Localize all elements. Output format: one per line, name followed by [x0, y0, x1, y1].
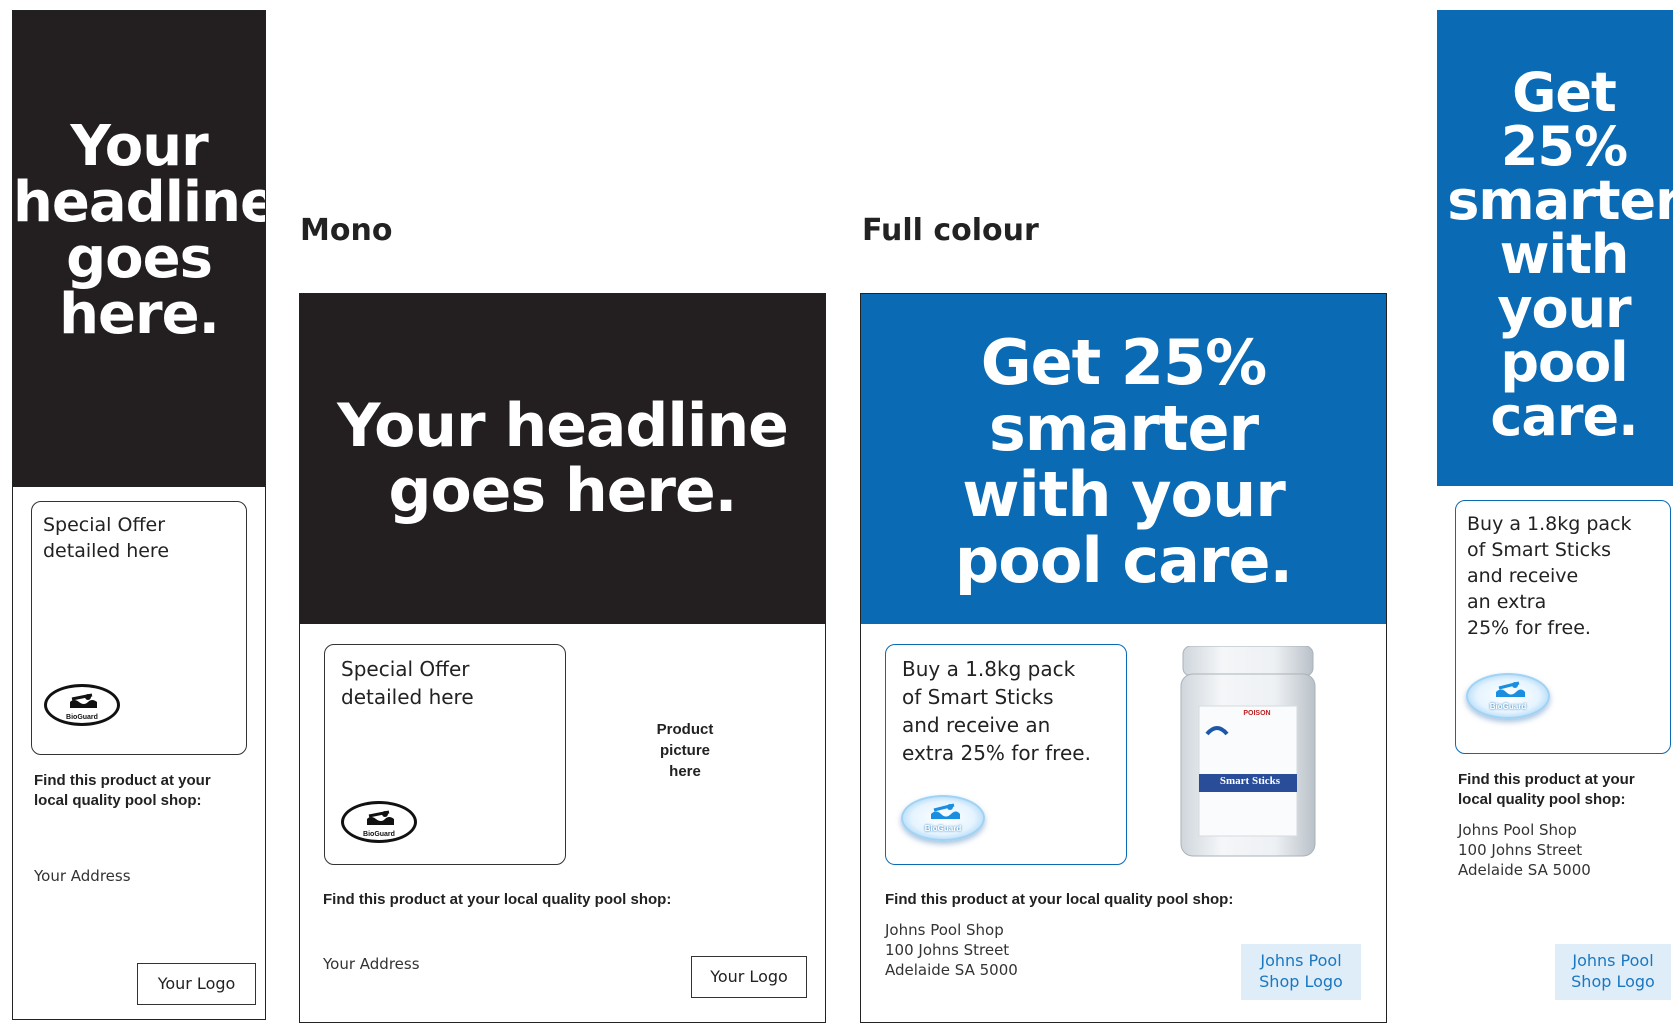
shop-logo-placeholder: Johns Pool Shop Logo	[1555, 944, 1671, 1000]
your-logo-box: Your Logo	[691, 956, 807, 998]
find-product-text: Find this product at your local quality …	[885, 891, 1234, 908]
special-offer-box: Buy a 1.8kg pack of Smart Sticks and rec…	[885, 644, 1127, 865]
headline-text: Your headline goes here.	[13, 114, 266, 347]
your-logo-box: Your Logo	[137, 963, 256, 1005]
ad-wide-mono: Your headline goes here. Special Offer d…	[299, 293, 826, 1023]
special-offer-box: Buy a 1.8kg pack of Smart Sticks and rec…	[1455, 500, 1671, 754]
product-picture-placeholder: Product picture here	[656, 721, 714, 780]
headline-panel: Your headline goes here.	[13, 11, 265, 487]
section-title-mono: Mono	[300, 213, 393, 248]
special-offer-text: Buy a 1.8kg pack of Smart Sticks and rec…	[1467, 513, 1632, 639]
smart-sticks-product-image: POISON Smart Sticks	[1177, 645, 1319, 861]
headline-panel: Get 25% smarter with your pool care.	[861, 294, 1386, 624]
section-title-full-colour: Full colour	[862, 213, 1039, 248]
headline-text: Get 25% smarter with your pool care.	[954, 326, 1293, 597]
headline-panel: Get 25% smarter with your pool care.	[1437, 10, 1673, 486]
find-product-text: Find this product at your local quality …	[1458, 771, 1635, 808]
bioguard-wordmark: BioGuard	[924, 824, 962, 833]
headline-text: Your headline goes here.	[337, 391, 789, 526]
special-offer-text: Special Offer detailed here	[43, 514, 170, 562]
product-name-label: Smart Sticks	[1219, 775, 1281, 787]
ad-narrow-colour: Get 25% smarter with your pool care. Buy…	[1437, 10, 1673, 1020]
bioguard-wordmark: BioGuard	[1489, 702, 1527, 711]
product-warning-label: POISON	[1243, 710, 1271, 717]
bioguard-logo-icon: BioGuard	[901, 795, 985, 841]
bioguard-logo-icon: BioGuard	[44, 684, 120, 726]
find-product-text: Find this product at your local quality …	[323, 891, 672, 908]
headline-text: Get 25% smarter with your pool care.	[1447, 61, 1673, 448]
shop-logo-placeholder: Johns Pool Shop Logo	[1241, 944, 1361, 1000]
address-text: Your Address	[34, 867, 131, 885]
special-offer-text: Buy a 1.8kg pack of Smart Sticks and rec…	[902, 657, 1091, 765]
bioguard-logo-icon: BioGuard	[341, 801, 417, 843]
bioguard-wordmark: BioGuard	[66, 714, 98, 721]
bioguard-logo-icon: BioGuard	[1466, 673, 1550, 719]
special-offer-box: Special Offer detailed here BioGuard	[324, 644, 566, 865]
headline-panel: Your headline goes here.	[300, 294, 825, 624]
ad-wide-colour: Get 25% smarter with your pool care. Buy…	[860, 293, 1387, 1023]
find-product-text: Find this product at your local quality …	[34, 772, 211, 809]
special-offer-box: Special Offer detailed here BioGuard	[31, 501, 247, 755]
address-text: Your Address	[323, 955, 420, 973]
special-offer-text: Special Offer detailed here	[341, 657, 474, 709]
address-text: Johns Pool Shop 100 Johns Street Adelaid…	[1458, 821, 1591, 879]
bioguard-wordmark: BioGuard	[363, 831, 395, 838]
ad-narrow-mono: Your headline goes here. Special Offer d…	[12, 10, 266, 1020]
address-text: Johns Pool Shop 100 Johns Street Adelaid…	[885, 921, 1018, 979]
